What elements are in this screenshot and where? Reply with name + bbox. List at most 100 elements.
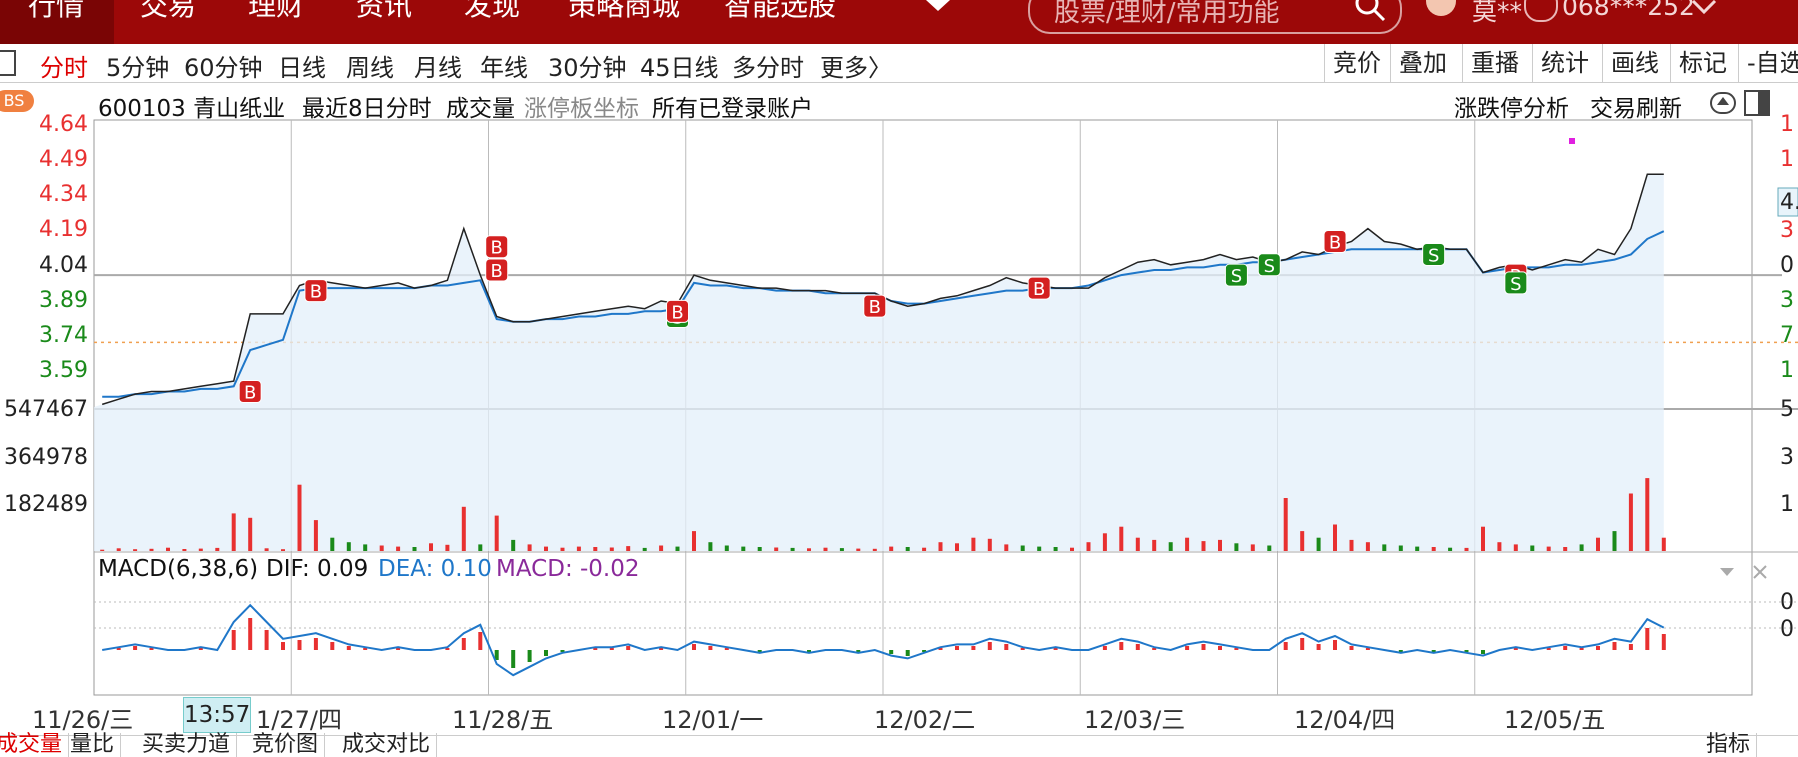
crosshair-time-label: 13:57 xyxy=(183,697,251,733)
buy-marker[interactable]: B xyxy=(238,379,262,403)
sell-marker[interactable]: S xyxy=(1504,271,1528,295)
volume-bar xyxy=(724,545,729,551)
close-icon[interactable] xyxy=(1752,564,1768,580)
volume-bar xyxy=(692,531,696,551)
volume-bar xyxy=(987,538,992,551)
right-tick-2: 4. xyxy=(1780,190,1798,215)
volume-bar xyxy=(198,548,203,551)
right-tick-5: 3 xyxy=(1780,288,1794,313)
volume-bar xyxy=(445,544,450,551)
macd-bar xyxy=(1333,640,1337,650)
bottom-tab-2[interactable]: 买卖力道 xyxy=(136,733,238,757)
macd-bar xyxy=(905,650,910,656)
bottom-tab-3[interactable]: 竞价图 xyxy=(246,733,326,757)
intraday-chart[interactable]: BBBBSBBBSSBSBS xyxy=(0,0,1798,750)
volume-bar xyxy=(1464,547,1469,551)
buy-marker[interactable]: B xyxy=(304,279,328,303)
svg-text:B: B xyxy=(491,238,503,259)
buy-marker[interactable]: B xyxy=(863,294,887,318)
sell-marker[interactable]: S xyxy=(1224,263,1248,287)
volume-bar xyxy=(1102,533,1107,551)
svg-text:B: B xyxy=(869,297,881,318)
macd-bar xyxy=(264,630,269,650)
macd-bar xyxy=(313,638,318,650)
date-label-7: 12/05/五 xyxy=(1504,706,1606,734)
volume-bar xyxy=(889,546,894,551)
volume-bar xyxy=(494,515,499,551)
right-tick-0: 1 xyxy=(1780,112,1794,137)
volume-bar xyxy=(1661,537,1666,551)
volume-bar xyxy=(1004,544,1009,551)
date-label-6: 12/04/四 xyxy=(1294,706,1396,734)
volume-bar xyxy=(313,520,318,551)
volume-bar xyxy=(905,547,910,551)
volume-bar xyxy=(231,513,236,551)
bottom-tab-4[interactable]: 成交对比 xyxy=(336,733,438,757)
volume-bar xyxy=(642,547,647,551)
volume-bar xyxy=(839,548,844,551)
right-tick-1: 1 xyxy=(1780,147,1794,172)
volume-bar xyxy=(593,547,598,551)
price-tick-4: 4.04 xyxy=(39,253,88,278)
volume-bar xyxy=(429,543,433,551)
volume-bar xyxy=(790,547,795,551)
volume-bar xyxy=(807,548,811,551)
volume-bar xyxy=(1612,531,1617,551)
macd-title[interactable]: MACD(6,38,6) xyxy=(98,556,258,582)
volume-bar xyxy=(1645,478,1650,551)
macd-bar xyxy=(133,646,138,650)
right-tick-6: 7 xyxy=(1780,323,1794,348)
volume-bar xyxy=(1135,537,1140,551)
volume-bar xyxy=(1579,544,1584,551)
volume-bar xyxy=(609,547,614,551)
volume-bar xyxy=(1086,542,1091,551)
bottom-tab-0[interactable]: 成交量 xyxy=(0,733,70,757)
buy-marker[interactable]: B xyxy=(485,258,509,282)
macd-bar xyxy=(1185,646,1190,650)
volume-bar xyxy=(741,546,746,551)
volume-bar xyxy=(100,549,105,551)
svg-text:B: B xyxy=(671,302,683,323)
macd-bar xyxy=(330,642,335,650)
svg-text:S: S xyxy=(1264,256,1275,277)
volume-bar xyxy=(149,548,154,551)
volume-bar xyxy=(182,549,187,551)
volume-bar xyxy=(774,547,779,551)
volume-bar xyxy=(675,546,680,551)
macd-bar xyxy=(609,648,614,650)
sell-marker[interactable]: S xyxy=(1257,253,1281,277)
bottom-tab-1[interactable]: 量比 xyxy=(64,733,122,757)
macd-dea: DEA: 0.10 xyxy=(378,556,492,582)
volume-bar xyxy=(544,546,548,551)
volume-bar xyxy=(626,546,631,551)
macd-collapse-icon[interactable] xyxy=(1718,566,1736,578)
volume-bar xyxy=(708,542,713,551)
macd-bar xyxy=(1004,644,1009,650)
volume-bar xyxy=(264,548,269,551)
buy-marker[interactable]: B xyxy=(1323,230,1347,254)
volume-bar xyxy=(527,544,532,551)
right-tick-4: 0 xyxy=(1780,253,1794,278)
volume-bar xyxy=(955,543,959,551)
volume-bar xyxy=(922,547,927,551)
macd-bar xyxy=(1563,646,1568,650)
macd-bar xyxy=(297,640,302,650)
volume-bar xyxy=(248,517,253,551)
buy-marker[interactable]: B xyxy=(485,235,509,259)
macd-bar xyxy=(1579,648,1584,650)
signal-dot xyxy=(1569,138,1575,144)
price-tick-0: 4.64 xyxy=(39,112,88,137)
buy-marker[interactable]: B xyxy=(666,299,690,323)
volume-bar xyxy=(1513,544,1518,551)
right-tick-7: 1 xyxy=(1780,358,1794,383)
volume-bar xyxy=(346,542,351,551)
buy-marker[interactable]: B xyxy=(1027,276,1051,300)
bottom-tab-5[interactable]: 指标 xyxy=(1700,733,1758,757)
volume-bar xyxy=(1481,526,1485,551)
right-tick-8: 5 xyxy=(1780,397,1794,422)
sell-marker[interactable]: S xyxy=(1422,242,1446,266)
volume-bar xyxy=(856,548,861,551)
price-tick-5: 3.89 xyxy=(39,288,88,313)
volume-bar xyxy=(166,547,170,551)
volume-bar xyxy=(511,539,516,551)
